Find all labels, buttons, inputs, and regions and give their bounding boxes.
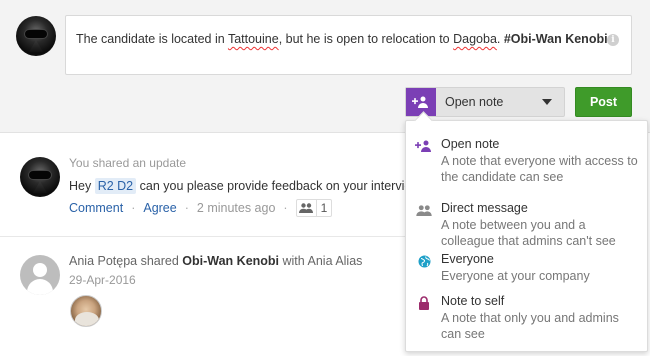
option-description: A note that everyone with access to the … — [441, 154, 638, 184]
update-meta: You shared an update — [69, 156, 186, 170]
share-meta: Ania Potępa shared Obi-Wan Kenobi with A… — [69, 254, 362, 268]
separator-dot: · — [131, 201, 136, 215]
option-description: A note between you and a colleague that … — [441, 218, 616, 248]
option-title: Direct message — [441, 201, 528, 215]
timestamp: 2 minutes ago — [196, 201, 276, 215]
globe-icon — [415, 253, 433, 269]
mention-chip[interactable]: R2 D2 — [94, 178, 137, 194]
candidate-photo[interactable] — [70, 295, 102, 327]
update-actions: Comment · Agree · 2 minutes ago · 1 — [69, 199, 333, 217]
note-text: . — [496, 32, 504, 46]
note-text: The candidate is located in — [76, 32, 228, 46]
note-text-place1: Tattouine — [227, 32, 279, 46]
composer-panel: The candidate is located in Tattouine, b… — [0, 0, 650, 133]
option-title: Open note — [441, 137, 500, 151]
share-author[interactable]: Ania Potępa — [69, 254, 137, 268]
reaction-badge[interactable]: 1 — [295, 199, 333, 217]
share-subject[interactable]: Obi-Wan Kenobi — [182, 254, 279, 268]
people-icon — [297, 200, 317, 216]
option-description: A note that only you and admins can see — [441, 311, 619, 341]
agree-link[interactable]: Agree — [143, 201, 176, 215]
info-icon[interactable]: i — [607, 34, 619, 46]
update-text: Hey R2 D2 can you please provide feedbac… — [69, 178, 421, 194]
share-date: 29-Apr-2016 — [69, 273, 136, 287]
post-button[interactable]: Post — [575, 87, 632, 117]
update-text-part: Hey — [69, 179, 95, 193]
share-verb: shared — [137, 254, 183, 268]
note-text-place2: Dagoba — [453, 32, 497, 46]
option-title: Everyone — [441, 252, 494, 266]
note-type-select[interactable]: Open note — [405, 87, 565, 117]
option-title: Note to self — [441, 294, 505, 308]
people-plus-icon — [406, 88, 436, 116]
feed-divider — [0, 236, 405, 237]
people-icon — [415, 202, 433, 218]
note-input[interactable]: The candidate is located in Tattouine, b… — [65, 15, 632, 75]
note-type-label: Open note — [445, 95, 504, 109]
candidate-tag: #Obi-Wan Kenobi — [503, 32, 608, 46]
caret-up-icon — [542, 99, 552, 105]
note-type-dropdown: Open note A note that everyone with acce… — [405, 120, 648, 352]
people-plus-icon — [415, 138, 433, 154]
option-description: Everyone at your company — [441, 269, 590, 283]
author-avatar[interactable] — [20, 157, 60, 197]
separator-dot: · — [283, 201, 288, 215]
separator-dot: · — [184, 201, 189, 215]
user-avatar — [16, 16, 56, 56]
note-text: , but he is open to relocation to — [278, 32, 454, 46]
lock-icon — [415, 295, 433, 311]
update-text-part: can you please provide feedback on your … — [136, 179, 421, 193]
share-with: with Ania Alias — [279, 254, 363, 268]
default-avatar[interactable] — [20, 255, 60, 295]
comment-link[interactable]: Comment — [69, 201, 123, 215]
reaction-count: 1 — [320, 201, 328, 215]
